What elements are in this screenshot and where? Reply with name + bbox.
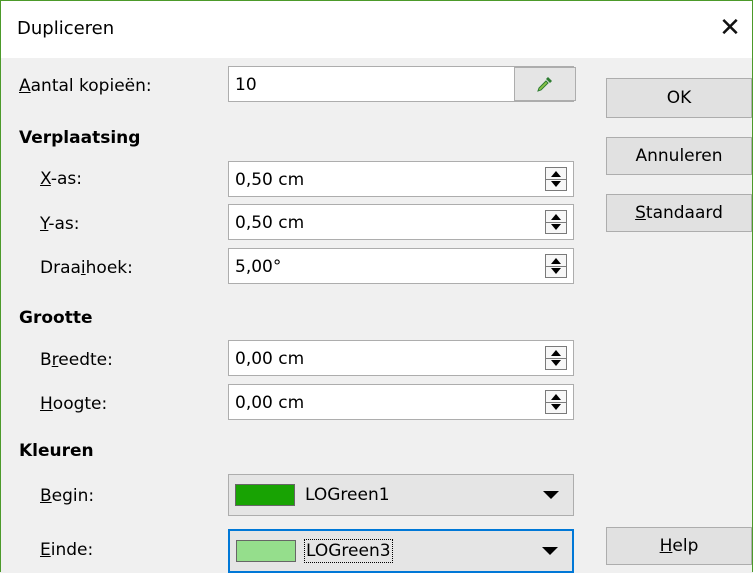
angle-value: 5,00°	[235, 257, 282, 277]
end-color-swatch	[236, 540, 296, 562]
height-label: Hoogte:	[40, 394, 108, 414]
height-spinner[interactable]	[545, 390, 567, 414]
end-color-dropdown[interactable]: LOGreen3	[228, 529, 574, 573]
start-color-swatch	[235, 484, 295, 506]
copies-label: Aantal kopieën:	[19, 76, 152, 96]
angle-field[interactable]: 5,00°	[228, 248, 574, 284]
y-axis-field[interactable]: 0,50 cm	[228, 204, 574, 240]
y-axis-value: 0,50 cm	[235, 213, 305, 233]
chevron-down-icon	[542, 547, 558, 555]
end-color-name: LOGreen3	[304, 539, 393, 563]
angle-label: Draaihoek:	[40, 258, 133, 278]
close-icon[interactable]: ✕	[707, 6, 753, 50]
x-axis-value: 0,50 cm	[235, 170, 305, 190]
default-button[interactable]: Standaard	[606, 194, 752, 232]
width-value: 0,00 cm	[235, 349, 305, 369]
size-header: Grootte	[19, 308, 93, 328]
start-color-label: Begin:	[40, 486, 95, 506]
start-color-dropdown[interactable]: LOGreen1	[228, 474, 574, 516]
chevron-down-icon	[543, 491, 559, 499]
ok-button[interactable]: OK	[606, 78, 752, 118]
copies-value: 10	[235, 75, 257, 95]
y-axis-label: Y-as:	[40, 214, 80, 234]
y-axis-spinner[interactable]	[545, 210, 567, 234]
height-field[interactable]: 0,00 cm	[228, 384, 574, 420]
placement-header: Verplaatsing	[19, 128, 141, 148]
colors-header: Kleuren	[19, 441, 94, 461]
x-axis-field[interactable]: 0,50 cm	[228, 161, 574, 197]
x-axis-spinner[interactable]	[545, 167, 567, 191]
eyedropper-icon	[537, 77, 552, 92]
x-axis-label: X-as:	[40, 169, 82, 189]
end-color-label: Einde:	[40, 540, 94, 560]
cancel-button[interactable]: Annuleren	[606, 137, 752, 175]
dialog-title: Dupliceren	[17, 18, 115, 39]
title-bar: Dupliceren ✕	[0, 0, 753, 58]
width-spinner[interactable]	[545, 346, 567, 370]
help-button[interactable]: Help	[606, 527, 752, 565]
height-value: 0,00 cm	[235, 393, 305, 413]
angle-spinner[interactable]	[545, 254, 567, 278]
width-field[interactable]: 0,00 cm	[228, 340, 574, 376]
pick-values-button[interactable]	[514, 67, 576, 101]
width-label: Breedte:	[40, 350, 113, 370]
start-color-name: LOGreen1	[305, 485, 390, 505]
